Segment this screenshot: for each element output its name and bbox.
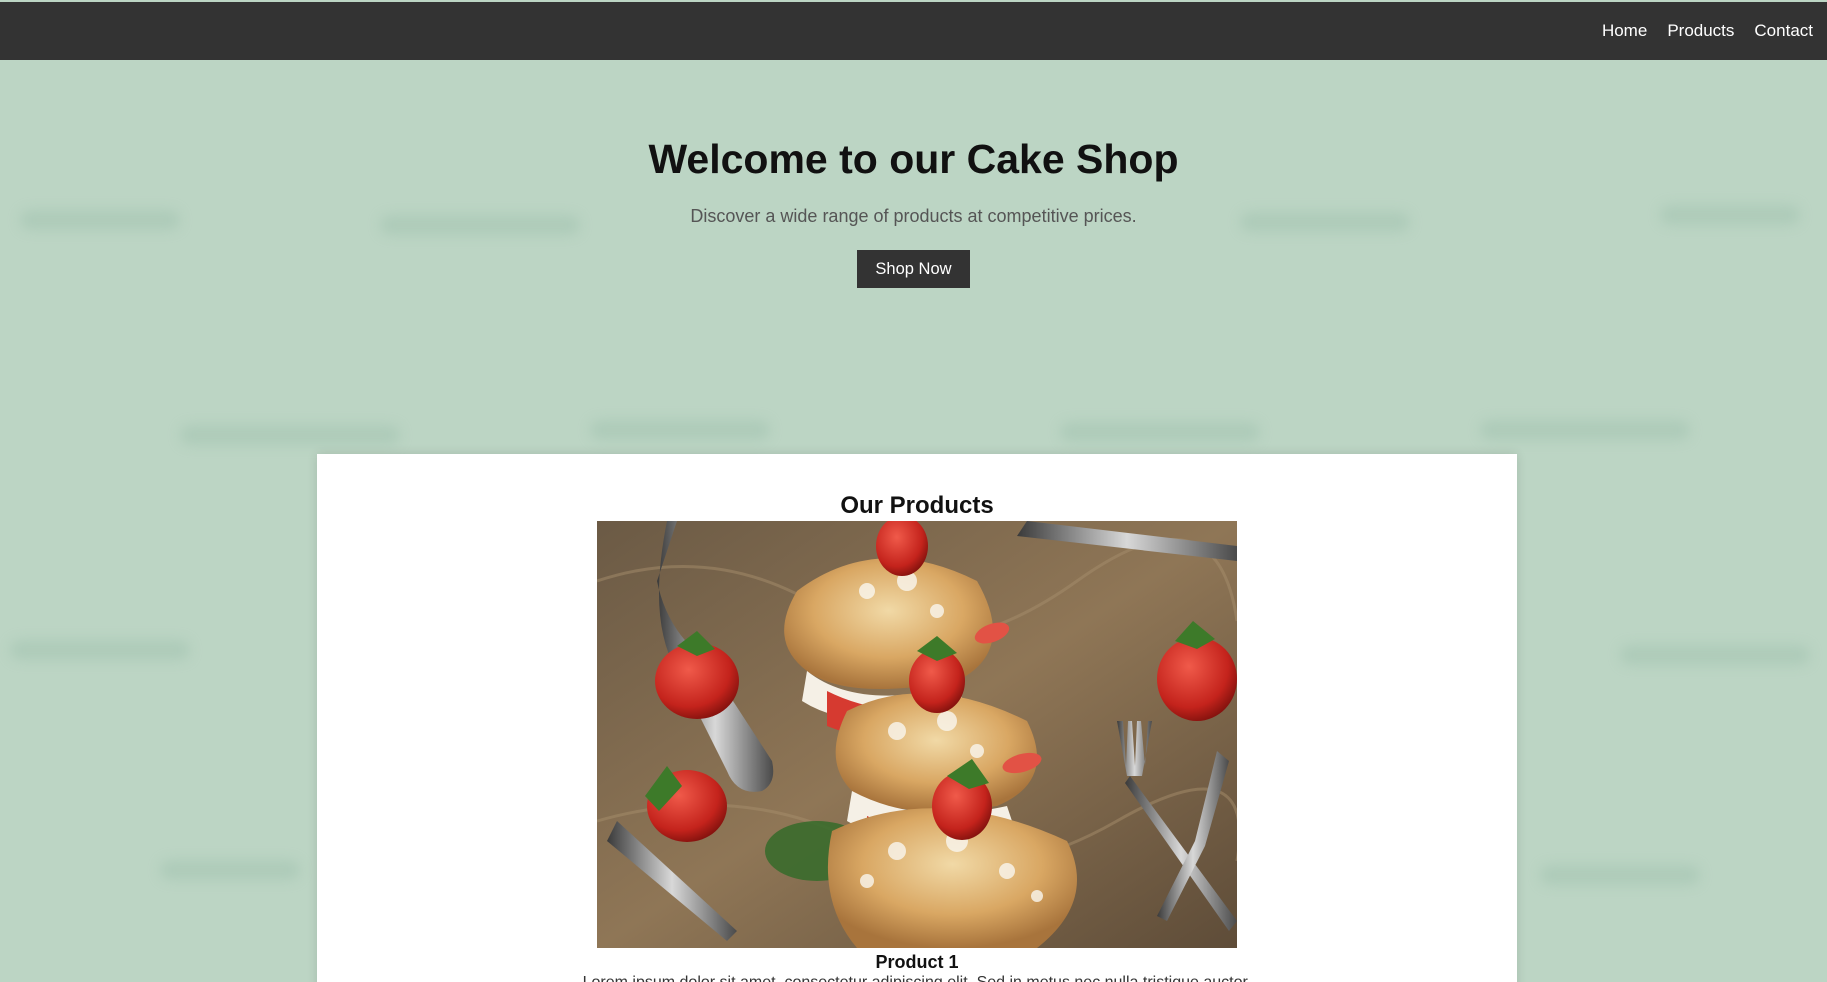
product-image — [597, 521, 1237, 948]
hero-subtitle: Discover a wide range of products at com… — [690, 206, 1137, 226]
nav-link-products[interactable]: Products — [1667, 21, 1734, 41]
nav-link-contact[interactable]: Contact — [1754, 21, 1813, 41]
hero-title: Welcome to our Cake Shop — [648, 136, 1179, 182]
hero-section: Welcome to our Cake Shop Discover a wide… — [0, 60, 1827, 288]
shop-now-button[interactable]: Shop Now — [857, 250, 970, 288]
nav-link-home[interactable]: Home — [1602, 21, 1647, 41]
products-section: Our Products Product 1 — [317, 454, 1517, 982]
products-heading: Our Products — [840, 492, 994, 519]
top-navbar: Home Products Contact — [0, 2, 1827, 60]
product-description: Lorem ipsum dolor sit amet, consectetur … — [317, 974, 1517, 982]
product-name: Product 1 — [875, 952, 959, 972]
product-card: Product 1 Lorem ipsum dolor sit amet, co… — [317, 521, 1517, 982]
